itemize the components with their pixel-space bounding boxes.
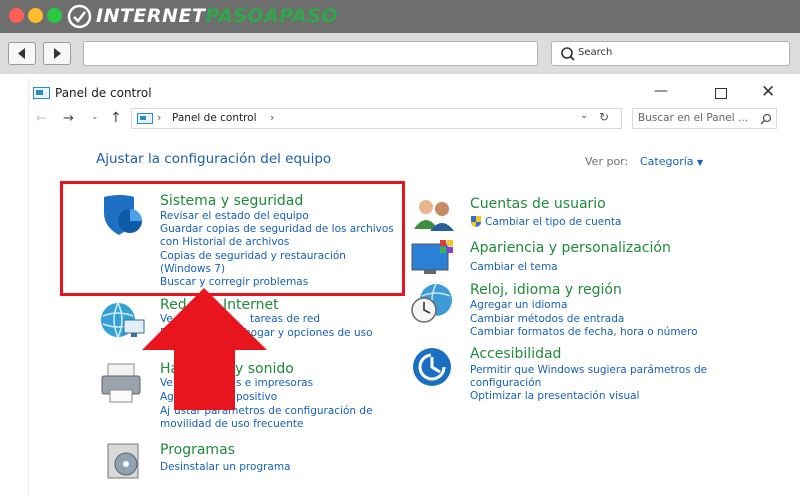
browser-search-input[interactable]: Search [551, 41, 790, 66]
recent-chevron-icon[interactable]: ⌄ [91, 112, 99, 122]
breadcrumb-root[interactable]: Panel de control [172, 112, 257, 124]
category-apariencia[interactable]: Apariencia y personalización [470, 240, 671, 256]
category-programas[interactable]: Programas [160, 442, 235, 458]
back-arrow-icon [18, 48, 25, 59]
maximize-button[interactable] [715, 88, 727, 99]
breadcrumb-control-panel-icon [137, 113, 153, 124]
breadcrumb-separator-icon: › [157, 111, 162, 124]
search-label: Search [578, 47, 613, 58]
nav-back-icon[interactable]: ← [36, 111, 47, 126]
category-reloj-idioma-region[interactable]: Reloj, idioma y región [470, 282, 622, 298]
address-bar[interactable]: › Panel de control › ⌄ ↻ [131, 108, 622, 129]
maximize-window-icon[interactable] [47, 8, 62, 23]
link-configuracion[interactable]: configuración [470, 377, 541, 390]
window-title: Panel de control [55, 86, 152, 100]
forward-button[interactable] [43, 42, 71, 65]
link-desinstalar-programa[interactable]: Desinstalar un programa [160, 461, 291, 474]
panel-search-placeholder: Buscar en el Panel ... [638, 112, 749, 124]
search-icon [561, 47, 575, 61]
control-panel-icon [33, 87, 50, 99]
close-button[interactable]: ✕ [761, 82, 775, 102]
link-agregar-idioma[interactable]: Agregar un idioma [470, 299, 567, 312]
panel-search-input[interactable]: Buscar en el Panel ... [632, 108, 777, 129]
link-cambiar-metodos-entrada[interactable]: Cambiar métodos de entrada [470, 313, 624, 326]
logo-main-text: INTERNET [96, 5, 206, 27]
close-window-icon[interactable] [9, 8, 24, 23]
view-by-dropdown-icon: ▼ [697, 158, 704, 167]
nav-forward-icon[interactable]: → [63, 111, 74, 126]
link-cambiar-formatos[interactable]: Cambiar formatos de fecha, hora o número [470, 326, 698, 339]
link-permitir-windows-sugiera[interactable]: Permitir que Windows sugiera parámetros … [470, 364, 707, 377]
link-cambiar-tema[interactable]: Cambiar el tema [470, 261, 558, 274]
link-optimizar-presentacion[interactable]: Optimizar la presentación visual [470, 390, 639, 403]
address-dropdown-icon[interactable]: ⌄ [580, 110, 588, 121]
breadcrumb-next-icon[interactable]: › [270, 111, 274, 124]
category-cuentas-usuario[interactable]: Cuentas de usuario [470, 196, 606, 212]
refresh-icon[interactable]: ↻ [599, 110, 609, 124]
link-movilidad[interactable]: movilidad de uso frecuente [160, 418, 303, 431]
network-globe-icon [101, 302, 145, 338]
clock-globe-icon [411, 283, 452, 323]
url-input[interactable] [83, 41, 538, 66]
site-logo-icon [67, 4, 92, 29]
category-accesibilidad[interactable]: Accesibilidad [470, 346, 561, 362]
accessibility-icon [413, 348, 451, 386]
highlight-box [60, 181, 405, 296]
link-cambiar-tipo-cuenta[interactable]: Cambiar el tipo de cuenta [485, 216, 621, 229]
view-by-dropdown[interactable]: Categoría ▼ [640, 155, 703, 168]
display-palette-icon [411, 240, 453, 274]
pointer-arrow-icon [142, 288, 267, 410]
uac-shield-icon [471, 216, 481, 227]
logo-accent-text: PASOAPASO [205, 5, 339, 27]
back-button[interactable] [8, 42, 36, 65]
view-by-value: Categoría [640, 155, 694, 168]
minimize-window-icon[interactable] [28, 8, 43, 23]
view-by-label: Ver por: [585, 155, 629, 168]
minimize-button[interactable]: — [654, 83, 668, 99]
page-heading: Ajustar la configuración del equipo [96, 151, 332, 167]
site-logo: INTERNETPASOAPASO [96, 5, 338, 27]
nav-up-icon[interactable]: ↑ [110, 110, 122, 126]
forward-arrow-icon [54, 48, 61, 59]
panel-search-icon [760, 113, 772, 125]
programs-disc-icon [107, 443, 139, 479]
users-icon [414, 200, 454, 231]
